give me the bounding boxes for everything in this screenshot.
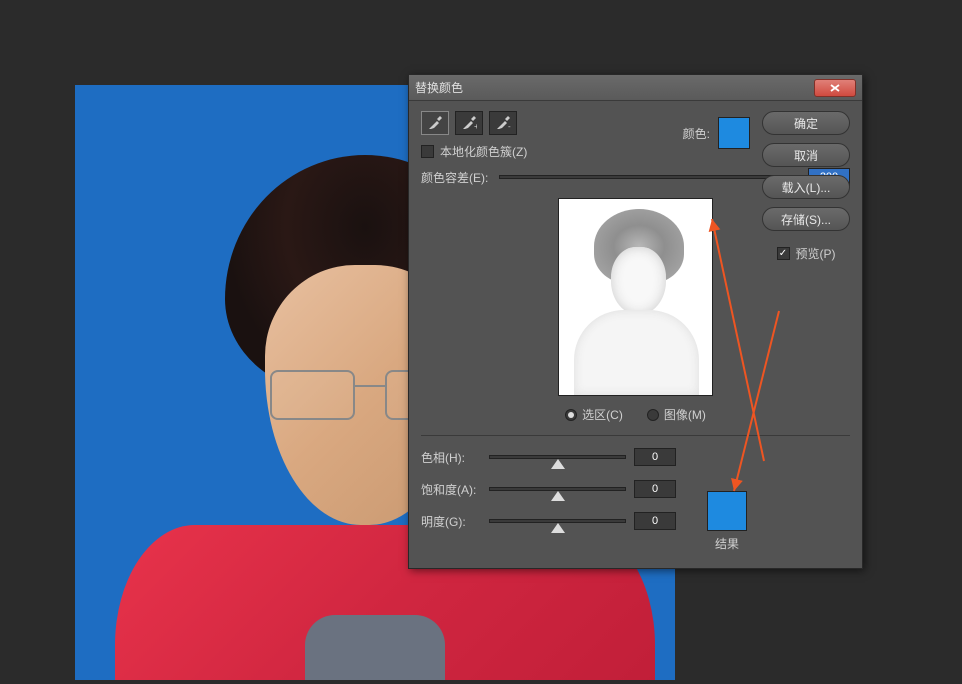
result-swatch[interactable]: [707, 491, 747, 531]
preview-label: 预览(P): [796, 245, 836, 262]
radio-icon: [647, 409, 659, 421]
saturation-label: 饱和度(A):: [421, 481, 481, 498]
radio-icon: [565, 409, 577, 421]
lightness-slider[interactable]: [489, 519, 626, 523]
image-radio[interactable]: 图像(M): [647, 406, 706, 423]
lightness-label: 明度(G):: [421, 513, 481, 530]
annotation-arrow: [729, 301, 789, 504]
dialog-title: 替换颜色: [415, 79, 814, 96]
hue-label: 色相(H):: [421, 449, 481, 466]
color-label: 颜色:: [683, 125, 710, 142]
separator: [421, 435, 850, 436]
lightness-slider-thumb[interactable]: [551, 523, 565, 535]
lightness-input[interactable]: [634, 512, 676, 530]
color-swatch[interactable]: [718, 117, 750, 149]
hue-slider-thumb[interactable]: [551, 459, 565, 471]
selection-preview: [558, 198, 713, 396]
svg-text:+: +: [474, 122, 477, 131]
close-button[interactable]: [814, 79, 856, 97]
hue-slider[interactable]: [489, 455, 626, 459]
cancel-button[interactable]: 取消: [762, 143, 850, 167]
eyedropper-tool[interactable]: [421, 111, 449, 135]
fuzziness-label: 颜色容差(E):: [421, 169, 491, 186]
saturation-input[interactable]: [634, 480, 676, 498]
load-button[interactable]: 载入(L)...: [762, 175, 850, 199]
preview-checkbox[interactable]: [777, 247, 790, 260]
save-button[interactable]: 存储(S)...: [762, 207, 850, 231]
selection-radio-label: 选区(C): [582, 406, 623, 423]
eyedropper-subtract-tool[interactable]: -: [489, 111, 517, 135]
dialog-titlebar[interactable]: 替换颜色: [409, 75, 862, 101]
image-radio-label: 图像(M): [664, 406, 706, 423]
saturation-slider-thumb[interactable]: [551, 491, 565, 503]
replace-color-dialog: 替换颜色 + - 本地化颜色簇(Z) 颜色容差(E):: [408, 74, 863, 569]
hue-input[interactable]: [634, 448, 676, 466]
saturation-slider[interactable]: [489, 487, 626, 491]
fuzziness-slider[interactable]: [499, 175, 800, 179]
localized-clusters-checkbox[interactable]: [421, 145, 434, 158]
svg-text:-: -: [508, 122, 511, 131]
localized-clusters-label: 本地化颜色簇(Z): [440, 143, 527, 160]
result-label: 结果: [707, 535, 747, 552]
eyedropper-add-tool[interactable]: +: [455, 111, 483, 135]
ok-button[interactable]: 确定: [762, 111, 850, 135]
selection-radio[interactable]: 选区(C): [565, 406, 623, 423]
